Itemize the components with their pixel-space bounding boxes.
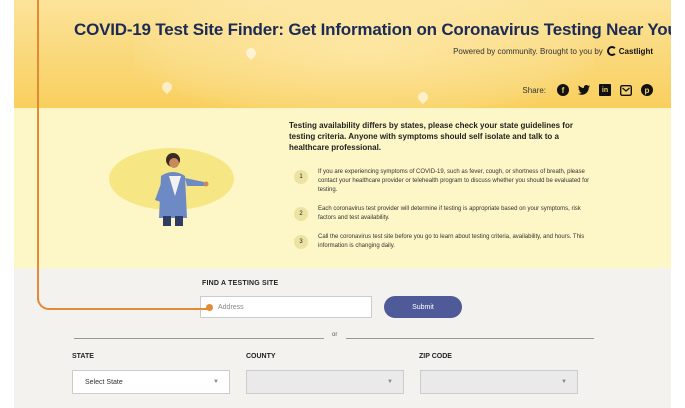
powered-by-text: Powered by community. Brought to you by (453, 46, 603, 56)
twitter-icon[interactable] (578, 84, 590, 96)
facebook-icon[interactable]: f (557, 84, 569, 96)
chevron-down-icon: ▼ (561, 379, 567, 385)
search-section: FIND A TESTING SITE Address Submit or ST… (14, 268, 671, 408)
list-item: 1 If you are experiencing symptoms of CO… (294, 168, 594, 195)
annotation-line (37, 0, 39, 300)
list-item: 2 Each coronavirus test provider will de… (294, 205, 594, 223)
state-select-value: Select State (85, 378, 123, 386)
mail-icon[interactable] (620, 84, 632, 96)
location-dot-icon (206, 304, 213, 311)
divider-left (74, 338, 324, 339)
info-heading: Testing availability differs by states, … (289, 121, 573, 152)
find-site-label: FIND A TESTING SITE (202, 280, 279, 287)
list-item: 3 Call the coronavirus test site before … (294, 233, 594, 251)
step-text: Each coronavirus test provider will dete… (318, 206, 581, 221)
state-select[interactable]: Select State ▼ (72, 370, 230, 394)
castlight-logo-text: Castlight (618, 46, 653, 56)
address-placeholder: Address (218, 303, 244, 311)
county-label: COUNTY (246, 353, 276, 360)
castlight-logo-icon (606, 46, 617, 56)
zip-select[interactable]: ▼ (420, 370, 578, 394)
county-select[interactable]: ▼ (246, 370, 404, 394)
step-number: 2 (294, 207, 308, 221)
powered-by: Powered by community. Brought to you by … (453, 46, 653, 56)
zip-label: ZIP CODE (419, 353, 452, 360)
linkedin-icon[interactable]: in (599, 84, 611, 96)
header-banner: COVID-19 Test Site Finder: Get Informati… (14, 0, 671, 108)
step-number: 3 (294, 235, 308, 249)
or-label: or (332, 332, 338, 338)
submit-button[interactable]: Submit (384, 296, 462, 318)
chevron-down-icon: ▼ (387, 379, 393, 385)
chevron-down-icon: ▼ (213, 379, 219, 385)
pinterest-icon[interactable]: p (641, 84, 653, 96)
page: COVID-19 Test Site Finder: Get Informati… (0, 0, 685, 408)
address-input[interactable]: Address (200, 296, 372, 318)
step-number: 1 (294, 170, 308, 184)
steps-list: 1 If you are experiencing symptoms of CO… (294, 168, 594, 261)
step-text: Call the coronavirus test site before yo… (318, 234, 585, 249)
page-title: COVID-19 Test Site Finder: Get Informati… (74, 20, 671, 39)
state-label: STATE (72, 353, 94, 360)
step-text: If you are experiencing symptoms of COVI… (318, 169, 590, 193)
share-bar: Share: f in p (522, 84, 653, 96)
info-section: Testing availability differs by states, … (14, 108, 671, 268)
share-label: Share: (522, 85, 546, 95)
annotation-line (55, 308, 207, 310)
doctor-illustration (155, 153, 209, 226)
divider-right (346, 338, 594, 339)
castlight-logo[interactable]: Castlight (606, 46, 653, 56)
